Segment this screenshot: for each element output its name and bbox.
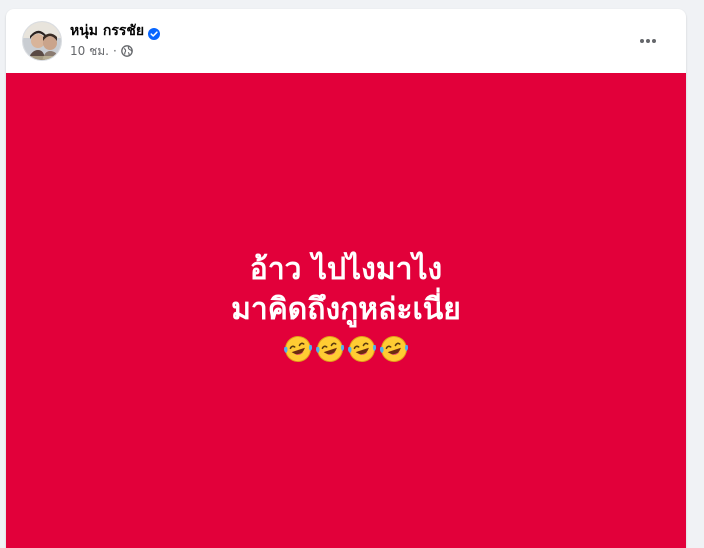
- verified-badge-icon: [148, 25, 161, 40]
- post-meta: 10 ชม. ·: [70, 43, 133, 59]
- post-text-line-2: มาคิดถึงกูหล่ะเนี่ย: [231, 291, 461, 327]
- post-timestamp[interactable]: 10 ชม.: [70, 43, 109, 59]
- laughing-tears-icon: [315, 334, 345, 364]
- laughing-tears-icon: [379, 334, 409, 364]
- post-text-line-1: อ้าว ไปไงมาไง: [249, 251, 443, 287]
- emoji-row: [283, 334, 409, 364]
- author-avatar[interactable]: [22, 21, 62, 61]
- laughing-tears-icon: [283, 334, 313, 364]
- more-options-icon: [640, 39, 656, 43]
- author-name[interactable]: หนุ่ม กรรชัย: [70, 21, 144, 41]
- post-text-block: อ้าว ไปไงมาไง มาคิดถึงกูหล่ะเนี่ย: [231, 250, 461, 364]
- globe-icon[interactable]: [120, 45, 133, 57]
- more-options-button[interactable]: [632, 25, 664, 57]
- post-text-image[interactable]: อ้าว ไปไงมาไง มาคิดถึงกูหล่ะเนี่ย: [6, 73, 686, 548]
- laughing-tears-icon: [347, 334, 377, 364]
- post-card: หนุ่ม กรรชัย 10 ชม. · อ้าว ไปไงมาไง มาคิ…: [6, 9, 686, 548]
- post-header: หนุ่ม กรรชัย 10 ชม. ·: [6, 9, 686, 73]
- meta-separator: ·: [112, 44, 117, 58]
- avatar-photo: [23, 22, 61, 60]
- feed-page: หนุ่ม กรรชัย 10 ชม. · อ้าว ไปไงมาไง มาคิ…: [0, 0, 704, 548]
- author-line: หนุ่ม กรรชัย: [70, 21, 161, 41]
